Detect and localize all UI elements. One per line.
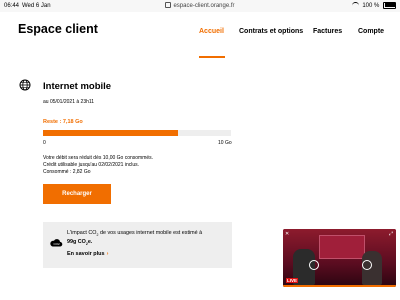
co2-text-part: L'impact CO (67, 230, 97, 236)
site-logo[interactable]: Espace client (18, 22, 98, 36)
chevron-right-icon: › (106, 251, 109, 257)
nav-compte[interactable]: Compte (358, 28, 384, 35)
pip-video-player[interactable]: ✕ ⤢ LIVE (283, 229, 396, 287)
info-validity: Crédit utilisable jusqu'au 02/02/2021 in… (43, 162, 140, 168)
url-text: espace-client.orange.fr (173, 3, 235, 9)
globe-icon (19, 79, 31, 91)
video-screen (319, 235, 365, 259)
learn-more-link[interactable]: En savoir plus › (67, 251, 108, 257)
progress-max-label: 10 Go (218, 140, 232, 146)
co2-cloud-icon: CO2 (50, 239, 63, 247)
progress-min-label: 0 (43, 140, 46, 146)
expand-icon[interactable]: ⤢ (389, 231, 393, 237)
remaining-data: Reste : 7,18 Go (43, 119, 83, 125)
co2-impact-box: CO2 L'impact CO2 de vos usages internet … (43, 222, 232, 268)
battery-percent: 100 % (362, 3, 380, 9)
co2-text: L'impact CO2 de vos usages internet mobi… (67, 230, 229, 248)
video-progress-bar[interactable] (283, 285, 396, 287)
wifi-icon (351, 2, 359, 8)
rewind-icon[interactable] (309, 260, 319, 270)
site-header: Espace client Accueil Contrats et option… (0, 12, 400, 59)
learn-more-label: En savoir plus (67, 251, 105, 257)
section-title: Internet mobile (43, 81, 112, 92)
usage-date: au 05/01/2021 à 23h11 (43, 99, 95, 105)
close-icon[interactable]: ✕ (285, 231, 289, 237)
nav-accueil[interactable]: Accueil (199, 28, 224, 35)
data-progress-fill (43, 130, 179, 136)
data-progress-bar (43, 130, 231, 136)
info-consumed: Consommé : 2,82 Go (43, 169, 91, 175)
co2-amount: 99g CO (67, 239, 86, 246)
live-badge: LIVE (286, 278, 299, 283)
lock-icon (165, 2, 172, 9)
info-throttle: Votre débit sera réduit dès 10,00 Go con… (43, 155, 154, 161)
nav-factures[interactable]: Factures (313, 28, 342, 35)
co2-text-part: de vos usages internet mobile est estimé… (98, 230, 203, 236)
status-bar: 06:44 Wed 6 Jan espace-client.orange.fr … (0, 0, 400, 12)
svg-text:CO2: CO2 (54, 242, 61, 246)
battery-icon (383, 1, 396, 9)
forward-icon[interactable] (362, 260, 372, 270)
status-right: 100 % (351, 0, 396, 12)
recharge-button[interactable]: Recharger (43, 184, 111, 204)
co2-amount-end: e. (87, 239, 93, 246)
address-bar[interactable]: espace-client.orange.fr (0, 0, 400, 12)
nav-contrats-options[interactable]: Contrats et options (239, 28, 303, 35)
